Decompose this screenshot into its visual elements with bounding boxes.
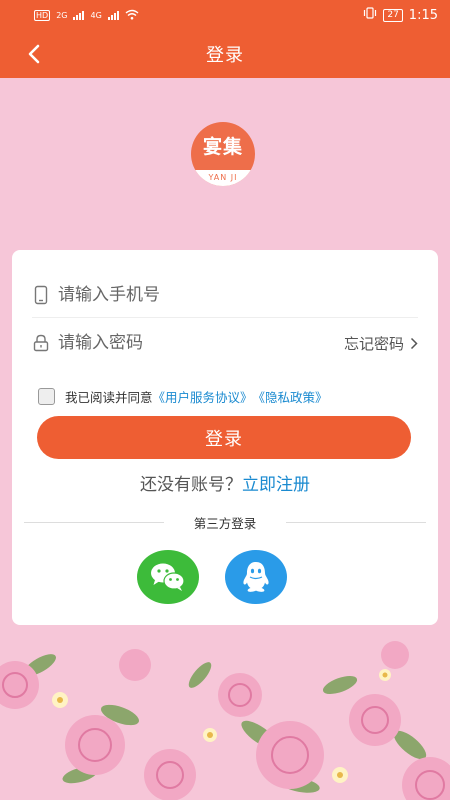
wechat-login-button[interactable]	[137, 550, 199, 604]
password-field-row: 忘记密码	[32, 320, 418, 366]
agreement-row: 我已阅读并同意 《用户服务协议》 《隐私政策》	[38, 387, 328, 406]
clock: 1:15	[408, 7, 438, 23]
signal-icon	[73, 10, 85, 20]
phone-input[interactable]	[58, 284, 418, 305]
agreement-checkbox[interactable]	[38, 388, 55, 405]
roses-illustration	[0, 641, 450, 800]
status-left: HD 2G 4G	[34, 9, 139, 22]
divider-left	[24, 521, 164, 523]
signal-icon-2	[107, 10, 119, 20]
battery-icon: 27	[383, 8, 403, 22]
wifi-icon	[125, 9, 139, 22]
network-label-1: 2G	[56, 10, 68, 20]
floral-background	[0, 625, 450, 800]
privacy-policy-link[interactable]: 《隐私政策》	[253, 387, 328, 406]
chevron-left-icon	[28, 44, 40, 64]
page-title: 登录	[206, 45, 244, 66]
phone-icon	[32, 285, 50, 305]
agreement-prefix: 我已阅读并同意	[65, 390, 153, 405]
network-label-2: 4G	[90, 10, 102, 20]
divider-right	[286, 521, 427, 523]
nav-bar: 登录	[0, 30, 450, 78]
forgot-password-link[interactable]: 忘记密码	[344, 333, 418, 354]
login-card: 忘记密码 我已阅读并同意 《用户服务协议》 《隐私政策》 登录 还没有账号？立即…	[12, 250, 438, 625]
register-link[interactable]: 立即注册	[242, 475, 310, 495]
third-party-divider: 第三方登录	[24, 512, 427, 532]
phone-field-row	[32, 272, 418, 318]
back-button[interactable]	[22, 42, 46, 66]
status-bar: HD 2G 4G 27 1:15	[0, 0, 450, 30]
forgot-password-label: 忘记密码	[343, 334, 404, 353]
logo-text: 宴集	[202, 136, 243, 158]
register-row: 还没有账号？立即注册	[12, 470, 438, 495]
third-party-label: 第三方登录	[193, 515, 257, 531]
user-agreement-link[interactable]: 《用户服务协议》	[153, 387, 253, 406]
password-input[interactable]	[58, 333, 344, 353]
logo-subtext: YAN JI	[191, 170, 255, 186]
qq-login-button[interactable]	[225, 550, 287, 604]
vibrate-icon	[363, 7, 377, 23]
wechat-icon	[151, 563, 185, 591]
hd-badge: HD	[34, 9, 51, 21]
app-logo: 宴集 YAN JI	[191, 122, 255, 186]
login-button[interactable]: 登录	[37, 416, 411, 459]
no-account-text: 还没有账号？	[140, 475, 242, 495]
status-right: 27 1:15	[363, 7, 438, 23]
qq-icon	[243, 562, 269, 592]
lock-icon	[32, 333, 50, 353]
chevron-right-icon	[410, 337, 418, 349]
